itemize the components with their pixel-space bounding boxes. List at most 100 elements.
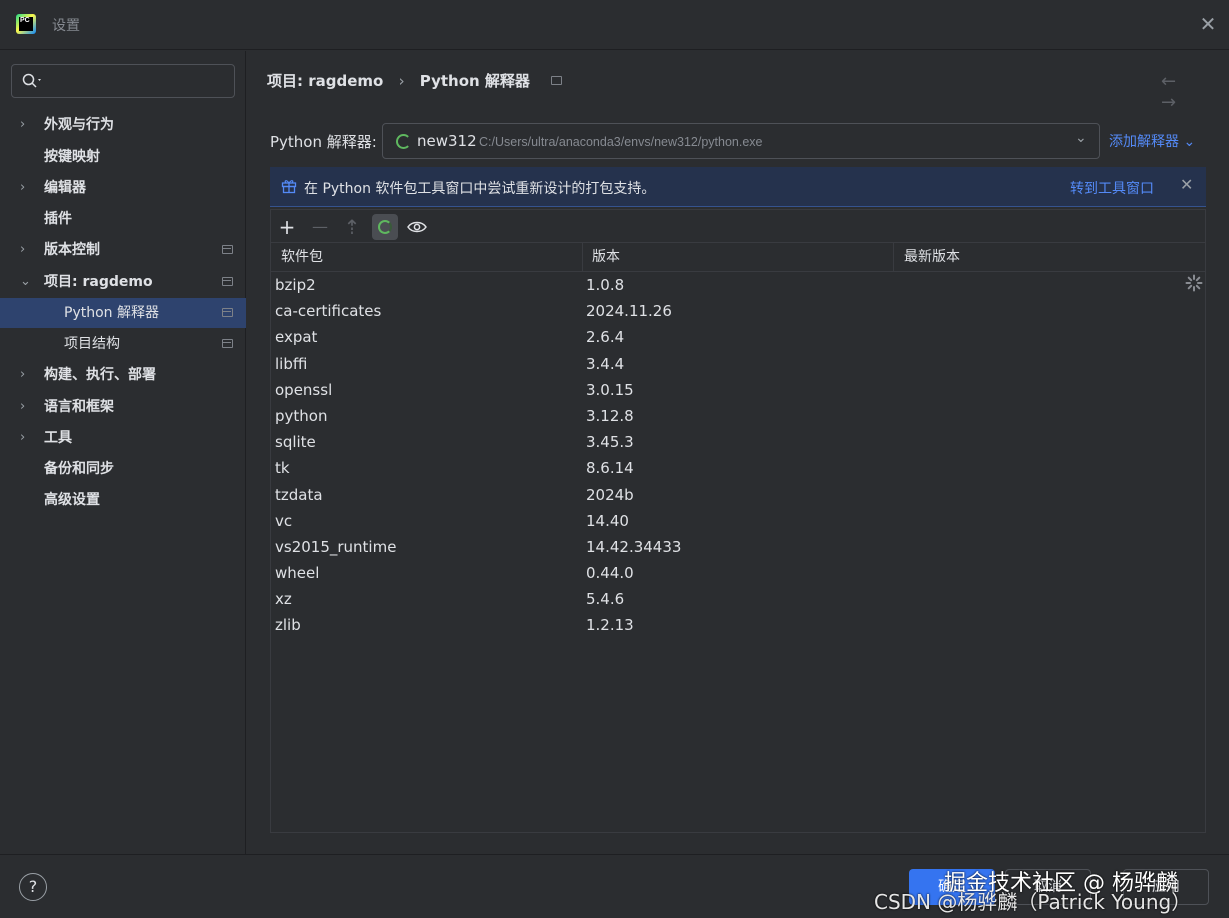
column-header-latest[interactable]: 最新版本 xyxy=(904,243,960,271)
table-row[interactable]: wheel 0.44.0 xyxy=(271,560,1205,586)
package-name: openssl xyxy=(275,380,333,399)
sidebar-item-languages[interactable]: › 语言和框架 xyxy=(0,392,246,422)
sidebar-item-advanced[interactable]: 高级设置 xyxy=(0,485,246,515)
sidebar-item-plugins[interactable]: 插件 xyxy=(0,204,246,234)
breadcrumb-page: Python 解释器 xyxy=(419,71,530,90)
package-name: vc xyxy=(275,511,293,530)
sidebar-item-tools[interactable]: › 工具 xyxy=(0,423,246,453)
upgrade-package-icon[interactable]: ⇡ xyxy=(339,214,365,240)
sidebar-item-label: 备份和同步 xyxy=(44,461,114,477)
back-arrow-icon[interactable]: ← xyxy=(1161,71,1193,92)
package-version: 2.6.4 xyxy=(586,328,625,347)
package-version: 3.12.8 xyxy=(586,406,634,425)
sidebar-item-project-structure[interactable]: 项目结构 xyxy=(0,329,246,359)
packages-toolbar: + — ⇡ xyxy=(271,210,1205,242)
close-icon[interactable]: ✕ xyxy=(1180,175,1193,194)
package-name: python xyxy=(275,406,328,425)
chevron-right-icon: › xyxy=(20,117,26,132)
packages-table: 软件包 版本 最新版本 bzip2 1.0.8 ca-certificates 202… xyxy=(271,242,1205,639)
gift-icon xyxy=(281,180,297,194)
table-row[interactable]: tzdata 2024b xyxy=(271,482,1205,508)
table-row[interactable]: python 3.12.8 xyxy=(271,403,1205,429)
column-header-version[interactable]: 版本 xyxy=(592,243,620,271)
sidebar-item-label: 项目结构 xyxy=(64,336,120,352)
table-row[interactable]: vs2015_runtime 14.42.34433 xyxy=(271,534,1205,560)
package-version: 14.42.34433 xyxy=(586,537,682,556)
eye-icon[interactable] xyxy=(404,214,430,240)
banner-message: 在 Python 软件包工具窗口中尝试重新设计的打包支持。 xyxy=(304,181,656,197)
history-nav: ← → xyxy=(1161,71,1229,113)
table-row[interactable]: ca-certificates 2024.11.26 xyxy=(271,298,1205,324)
package-name: sqlite xyxy=(275,433,316,452)
table-row[interactable]: zlib 1.2.13 xyxy=(271,612,1205,638)
sidebar-item-python-interpreter[interactable]: Python 解释器 xyxy=(0,298,246,328)
package-name: libffi xyxy=(275,354,308,373)
table-row[interactable]: tk 8.6.14 xyxy=(271,455,1205,481)
sidebar-item-label: Python 解释器 xyxy=(64,305,159,321)
sidebar-item-keymap[interactable]: 按键映射 xyxy=(0,142,246,172)
interpreter-select[interactable]: new312 C:/Users/ultra/anaconda3/envs/new… xyxy=(382,123,1100,159)
forward-arrow-icon[interactable]: → xyxy=(1161,92,1193,113)
search-input[interactable] xyxy=(11,64,235,98)
add-interpreter-link[interactable]: 添加解释器 ⌄ xyxy=(1109,131,1195,151)
chevron-right-icon: › xyxy=(20,430,26,445)
table-row[interactable]: openssl 3.0.15 xyxy=(271,377,1205,403)
package-name: bzip2 xyxy=(275,276,316,294)
remove-package-icon[interactable]: — xyxy=(307,214,333,240)
sidebar-item-backup-sync[interactable]: 备份和同步 xyxy=(0,454,246,484)
project-scope-icon xyxy=(222,308,233,317)
package-version: 14.40 xyxy=(586,511,629,530)
package-name: ca-certificates xyxy=(275,302,382,321)
loading-icon xyxy=(1185,274,1203,292)
sidebar-item-label: 外观与行为 xyxy=(44,117,114,133)
table-row[interactable]: sqlite 3.45.3 xyxy=(271,429,1205,455)
sidebar-item-label: 项目: ragdemo xyxy=(44,274,153,290)
table-header: 软件包 版本 最新版本 xyxy=(271,242,1205,272)
close-icon[interactable]: ✕ xyxy=(1197,14,1219,36)
title-bar: PC 设置 ✕ xyxy=(0,0,1229,50)
go-to-tool-window-link[interactable]: 转到工具窗口 xyxy=(1070,178,1154,198)
package-version: 3.45.3 xyxy=(586,433,634,452)
dialog-footer: ? 确定 取消 应用 掘金技术社区 @ 杨骅麟 CSDN @杨骅麟（Patric… xyxy=(0,854,1229,918)
project-scope-icon xyxy=(222,339,233,348)
package-version: 3.0.15 xyxy=(586,380,634,399)
loading-spinner-icon xyxy=(396,134,411,149)
table-row[interactable]: expat 2.6.4 xyxy=(271,324,1205,350)
package-name: xz xyxy=(275,590,292,609)
package-name: zlib xyxy=(275,616,301,635)
sidebar-item-label: 高级设置 xyxy=(44,492,100,508)
table-row[interactable]: bzip2 1.0.8 xyxy=(271,272,1205,298)
add-package-icon[interactable]: + xyxy=(274,214,300,240)
package-version: 1.0.8 xyxy=(586,276,625,294)
table-row[interactable]: libffi 3.4.4 xyxy=(271,351,1205,377)
package-version: 8.6.14 xyxy=(586,459,634,478)
use-conda-toggle-icon[interactable] xyxy=(372,214,398,240)
sidebar-item-version-control[interactable]: › 版本控制 xyxy=(0,235,246,265)
chevron-right-icon: › xyxy=(20,399,26,414)
chevron-down-icon: ⌄ xyxy=(1075,130,1087,146)
sidebar-item-label: 工具 xyxy=(44,430,72,446)
sidebar-item-project[interactable]: ⌄ 项目: ragdemo xyxy=(0,267,246,297)
column-header-package[interactable]: 软件包 xyxy=(281,243,323,271)
table-row[interactable]: vc 14.40 xyxy=(271,508,1205,534)
sidebar-item-label: 按键映射 xyxy=(44,149,100,165)
settings-content: 项目: ragdemo › Python 解释器 ← → Python 解释器:… xyxy=(247,51,1229,854)
interpreter-name: new312 xyxy=(417,132,477,150)
package-version: 2024b xyxy=(586,485,634,504)
package-version: 5.4.6 xyxy=(586,590,625,609)
table-row[interactable]: xz 5.4.6 xyxy=(271,586,1205,612)
project-scope-icon xyxy=(222,277,233,286)
package-name: tzdata xyxy=(275,485,323,504)
sidebar-item-appearance[interactable]: › 外观与行为 xyxy=(0,110,246,140)
help-button[interactable]: ? xyxy=(19,873,47,901)
sidebar-item-editor[interactable]: › 编辑器 xyxy=(0,173,246,203)
sidebar-item-build-execution[interactable]: › 构建、执行、部署 xyxy=(0,360,246,390)
package-name: vs2015_runtime xyxy=(275,537,397,556)
package-version: 2024.11.26 xyxy=(586,302,672,321)
sidebar-item-label: 编辑器 xyxy=(44,180,86,196)
sidebar-item-label: 版本控制 xyxy=(44,242,100,258)
package-version: 1.2.13 xyxy=(586,616,634,635)
chevron-right-icon: › xyxy=(20,367,26,382)
breadcrumb-project[interactable]: 项目: ragdemo xyxy=(267,70,383,92)
watermark-csdn: CSDN @杨骅麟（Patrick Young） xyxy=(874,890,1192,914)
